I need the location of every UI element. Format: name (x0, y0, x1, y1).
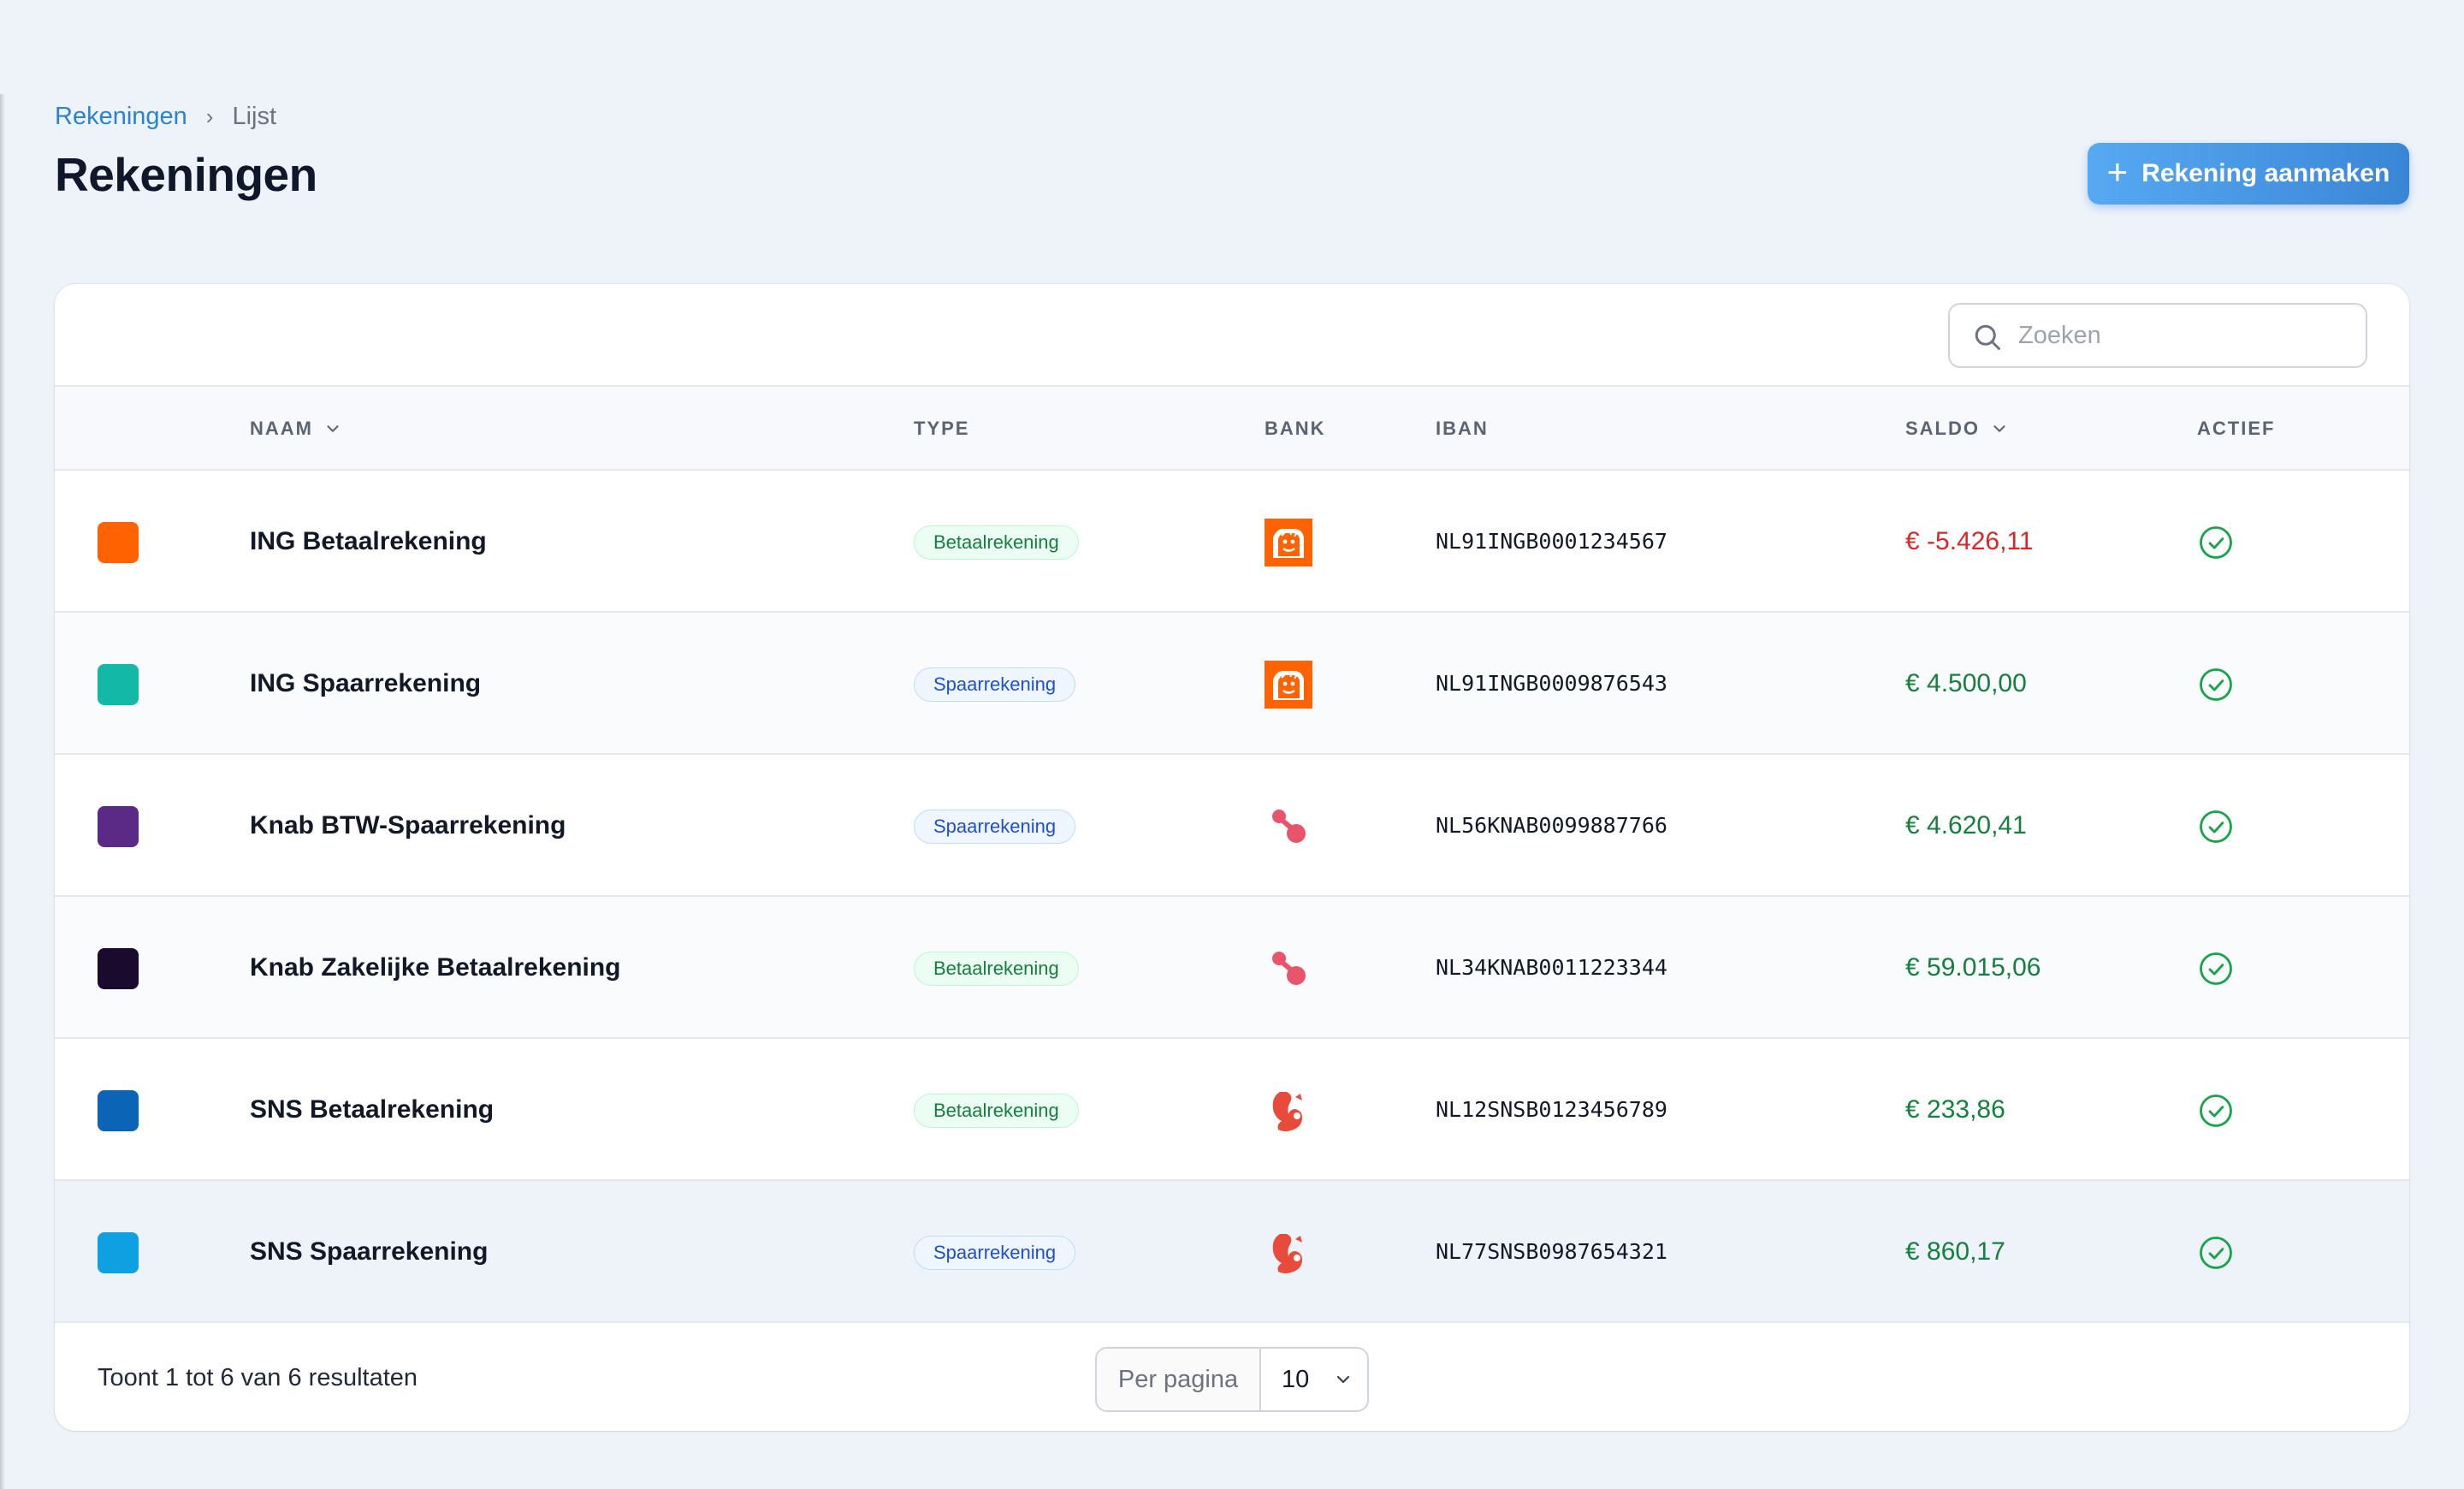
sort-chevron-down-icon (327, 425, 339, 432)
type-badge: Spaarrekening (914, 810, 1076, 844)
table-row[interactable]: ING Betaalrekening Betaalrekening NL91IN… (55, 471, 2409, 613)
iban-value: NL56KNAB0099887766 (1436, 813, 1667, 838)
account-color-swatch (98, 522, 139, 563)
breadcrumb-link-rekeningen[interactable]: Rekeningen (55, 103, 187, 131)
table-row[interactable]: Knab BTW-Spaarrekening Spaarrekening NL5… (55, 755, 2409, 897)
search-input[interactable] (2018, 317, 2352, 354)
column-header-actief-label: ACTIEF (2197, 418, 2276, 439)
chevron-down-icon (1337, 1375, 1350, 1384)
create-account-label: Rekening aanmaken (2141, 159, 2390, 187)
iban-value: NL34KNAB0011223344 (1436, 955, 1667, 980)
iban-value: NL12SNSB0123456789 (1436, 1097, 1667, 1122)
column-header-saldo-label: SALDO (1905, 418, 1980, 439)
breadcrumb-separator-icon: › (205, 103, 214, 129)
account-name: Knab Zakelijke Betaalrekening (250, 953, 621, 982)
check-circle-icon (2200, 526, 2232, 559)
column-header-bank: BANK (1265, 387, 1326, 471)
ing-lion-logo-icon (1265, 519, 1312, 567)
type-badge: Spaarrekening (914, 667, 1076, 702)
knab-logo-icon (1272, 952, 1306, 985)
breadcrumb-current: Lijst (232, 102, 277, 130)
per-page-select[interactable]: 10 (1261, 1349, 1367, 1410)
balance-value: € 4.500,00 (1905, 669, 2027, 697)
column-header-naam-label: NAAM (250, 418, 313, 439)
per-page-label: Per pagina (1097, 1349, 1261, 1410)
table-toolbar (55, 284, 2409, 387)
per-page-value: 10 (1282, 1365, 1310, 1393)
check-circle-icon (2200, 952, 2232, 985)
account-color-swatch (98, 1232, 139, 1273)
iban-value: NL77SNSB0987654321 (1436, 1239, 1667, 1264)
search-icon (1975, 324, 2000, 350)
pagination-summary: Toont 1 tot 6 van 6 resultaten (98, 1364, 418, 1391)
per-page-control: Per pagina 10 (1095, 1347, 1369, 1412)
balance-value: € 59.015,06 (1905, 953, 2041, 982)
plus-icon: + (2106, 151, 2129, 192)
account-name: SNS Spaarrekening (250, 1237, 489, 1266)
table-row[interactable]: SNS Betaalrekening Betaalrekening NL12SN… (55, 1039, 2409, 1181)
iban-value: NL91INGB0009876543 (1436, 671, 1667, 696)
check-circle-icon (2200, 668, 2232, 701)
table-footer: Toont 1 tot 6 van 6 resultaten Per pagin… (55, 1326, 2409, 1431)
table-row[interactable]: SNS Spaarrekening Spaarrekening NL77SNSB… (55, 1181, 2409, 1323)
search-box[interactable] (1948, 303, 2367, 368)
account-name: ING Spaarrekening (250, 669, 482, 697)
create-account-button[interactable]: + Rekening aanmaken (2088, 143, 2409, 205)
iban-value: NL91INGB0001234567 (1436, 529, 1667, 554)
balance-value: € 233,86 (1905, 1095, 2005, 1124)
ing-lion-logo-icon (1265, 661, 1312, 709)
check-circle-icon (2200, 1095, 2232, 1127)
column-header-naam[interactable]: NAAM (250, 387, 342, 471)
column-header-bank-label: BANK (1265, 418, 1326, 439)
column-header-type: TYPE (914, 387, 969, 471)
account-color-swatch (98, 806, 139, 847)
sns-squirrel-logo-icon (1272, 1092, 1302, 1131)
sidebar-edge-shadow (0, 94, 5, 1489)
account-color-swatch (98, 664, 139, 705)
accounts-table-card: NAAM TYPE BANK IBAN SALDO ACTIEF ING Bet… (55, 284, 2409, 1431)
table-row[interactable]: Knab Zakelijke Betaalrekening Betaalreke… (55, 897, 2409, 1039)
account-color-swatch (98, 1090, 139, 1131)
page-title: Rekeningen (55, 148, 317, 201)
account-color-swatch (98, 948, 139, 989)
balance-value: € 860,17 (1905, 1237, 2005, 1266)
column-header-iban-label: IBAN (1436, 418, 1489, 439)
account-name: Knab BTW-Spaarrekening (250, 811, 566, 839)
table-row[interactable]: ING Spaarrekening Spaarrekening NL91INGB… (55, 613, 2409, 755)
sort-chevron-down-icon (1993, 425, 2005, 432)
type-badge: Betaalrekening (914, 525, 1079, 560)
column-header-saldo[interactable]: SALDO (1905, 387, 2009, 471)
column-header-iban: IBAN (1436, 387, 1489, 471)
check-circle-icon (2200, 1237, 2232, 1269)
breadcrumb: Rekeningen › Lijst (55, 101, 276, 132)
type-badge: Betaalrekening (914, 1094, 1079, 1128)
table-header: NAAM TYPE BANK IBAN SALDO ACTIEF (55, 387, 2409, 471)
sns-squirrel-logo-icon (1272, 1234, 1302, 1273)
balance-value: € 4.620,41 (1905, 811, 2027, 839)
type-badge: Betaalrekening (914, 952, 1079, 986)
account-name: SNS Betaalrekening (250, 1095, 495, 1124)
account-name: ING Betaalrekening (250, 527, 487, 555)
check-circle-icon (2200, 810, 2232, 843)
type-badge: Spaarrekening (914, 1236, 1076, 1270)
balance-value: € -5.426,11 (1905, 527, 2034, 555)
column-header-actief: ACTIEF (2197, 387, 2275, 471)
column-header-type-label: TYPE (914, 418, 970, 439)
knab-logo-icon (1272, 810, 1306, 843)
